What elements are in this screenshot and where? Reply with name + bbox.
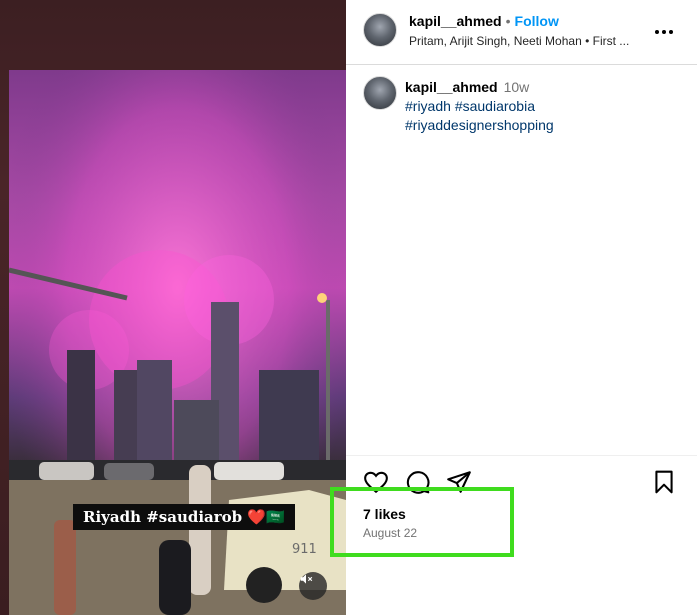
caption-hashtags: #riyadh #saudiarobia #riyaddesignershopp… xyxy=(405,97,655,135)
post-video[interactable]: 911 Riyadh #saudiarob ❤️🇸🇦 xyxy=(9,70,346,615)
caption-avatar[interactable] xyxy=(363,76,397,110)
comment-icon xyxy=(406,471,430,494)
likes-count[interactable]: 7 likes xyxy=(363,506,406,522)
follow-button[interactable]: Follow xyxy=(515,13,559,29)
caption-username[interactable]: kapil__ahmed xyxy=(405,79,498,95)
comment-button[interactable] xyxy=(405,469,431,495)
heart-icon xyxy=(364,471,388,494)
hashtag-link[interactable]: #riyaddesignershopping xyxy=(405,117,554,133)
save-button[interactable] xyxy=(651,469,677,495)
fireworks-scene: 911 xyxy=(9,70,346,615)
post-date[interactable]: August 22 xyxy=(363,526,417,540)
author-avatar[interactable] xyxy=(363,13,397,47)
audio-track-link[interactable]: Pritam, Arijit Singh, Neeti Mohan • Firs… xyxy=(409,34,629,48)
post-header: kapil__ahmed • Follow Pritam, Arijit Singh… xyxy=(346,0,697,65)
caption-header: kapil__ahmed 10w xyxy=(405,79,529,97)
share-button[interactable] xyxy=(446,469,472,495)
media-pane: 911 Riyadh #saudiarob ❤️🇸🇦 xyxy=(0,0,346,615)
video-caption-overlay: Riyadh #saudiarob ❤️🇸🇦 xyxy=(73,504,295,530)
author-username[interactable]: kapil__ahmed xyxy=(409,13,502,29)
share-icon xyxy=(447,471,471,493)
more-options-button[interactable] xyxy=(652,20,676,44)
caption-time-ago[interactable]: 10w xyxy=(504,79,530,95)
like-button[interactable] xyxy=(363,469,389,495)
muted-speaker-icon xyxy=(300,574,313,584)
separator-dot: • xyxy=(505,13,511,29)
hashtag-link[interactable]: #saudiarobia xyxy=(455,98,535,114)
post-actions: 7 likes August 22 xyxy=(346,455,697,616)
post-details-pane: kapil__ahmed • Follow Pritam, Arijit Singh… xyxy=(346,0,697,615)
header-user-line: kapil__ahmed • Follow xyxy=(409,13,559,29)
bookmark-icon xyxy=(655,470,673,494)
mute-button[interactable] xyxy=(299,572,327,600)
more-options-icon xyxy=(655,30,673,34)
hashtag-link[interactable]: #riyadh xyxy=(405,98,451,114)
taxi-number: 911 xyxy=(292,542,317,557)
